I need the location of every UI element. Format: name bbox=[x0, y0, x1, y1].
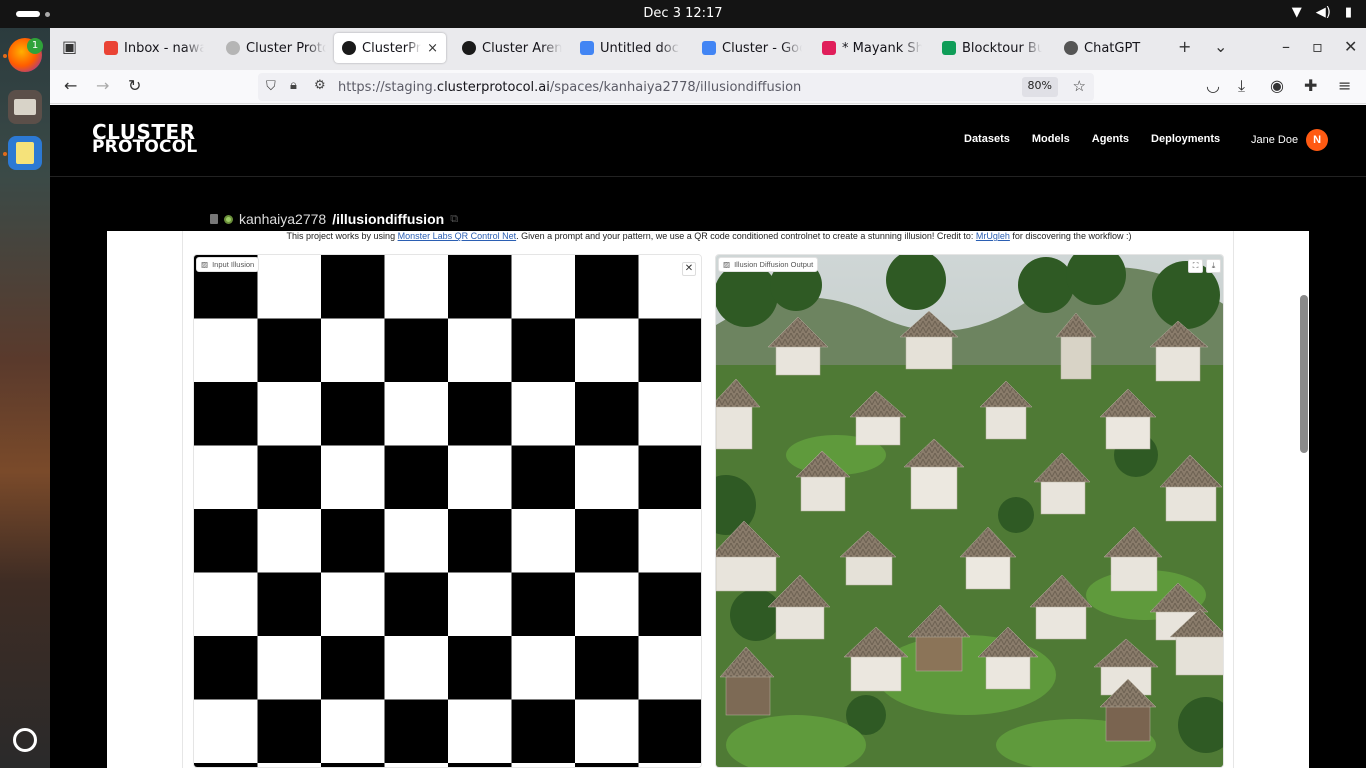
slack-icon bbox=[822, 41, 836, 55]
minimize-icon[interactable]: – bbox=[1282, 37, 1290, 56]
tab-chatgpt[interactable]: ChatGPT bbox=[1056, 33, 1172, 63]
google-docs-icon bbox=[580, 41, 594, 55]
menu-hamburger-icon[interactable]: ≡ bbox=[1338, 76, 1351, 95]
reload-icon[interactable]: ↻ bbox=[128, 76, 141, 95]
list-tabs-chevron-icon[interactable]: ⌄ bbox=[1214, 37, 1227, 56]
notification-badge: 1 bbox=[27, 38, 43, 54]
output-toolbar: ⛶ ⤓ bbox=[1188, 259, 1221, 273]
input-illusion-label: ▨ Input Illusion bbox=[196, 257, 260, 272]
text-editor-icon[interactable] bbox=[8, 136, 42, 170]
space-owner[interactable]: kanhaiya2778 bbox=[239, 211, 326, 227]
mrugleh-link[interactable]: MrUgleh bbox=[976, 231, 1010, 241]
clear-image-button[interactable]: ✕ bbox=[682, 262, 696, 276]
site-header: CLUSTER PROTOCOL Datasets Models Agents … bbox=[50, 105, 1366, 177]
nav-agents[interactable]: Agents bbox=[1092, 133, 1129, 145]
gradio-app: This project works by using Monster Labs… bbox=[182, 231, 1234, 768]
fullscreen-icon[interactable]: ⛶ bbox=[1188, 259, 1203, 273]
system-top-bar: Dec 3 12:17 ▼ ◀) ▮ bbox=[0, 0, 1366, 28]
tab-inbox[interactable]: Inbox - nawa bbox=[96, 33, 212, 63]
tracking-shield-icon[interactable]: ⛉ bbox=[266, 79, 276, 94]
new-tab-button[interactable]: + bbox=[1178, 37, 1191, 56]
cluster-favicon-icon bbox=[342, 41, 356, 55]
main-nav: Datasets Models Agents Deployments bbox=[964, 133, 1220, 145]
url-bar[interactable]: ⛉ 🔒︎ ⚙ https://staging.clusterprotocol.a… bbox=[258, 73, 1094, 101]
extensions-icon[interactable]: ✚ bbox=[1304, 76, 1317, 95]
wifi-icon: ▼ bbox=[1291, 5, 1302, 20]
running-indicator bbox=[3, 54, 7, 58]
maximize-icon[interactable]: ▫ bbox=[1312, 37, 1323, 56]
running-indicator bbox=[3, 152, 7, 156]
back-arrow-icon[interactable]: ← bbox=[64, 76, 77, 95]
space-icon bbox=[210, 214, 218, 224]
cluster-favicon-icon bbox=[462, 41, 476, 55]
google-docs-icon bbox=[702, 41, 716, 55]
tab-clusterprotocol-active[interactable]: ClusterPro × bbox=[334, 33, 446, 63]
web-page: CLUSTER PROTOCOL Datasets Models Agents … bbox=[50, 105, 1366, 768]
input-illusion-panel[interactable]: ▨ Input Illusion ✕ bbox=[193, 254, 702, 768]
pocket-icon[interactable]: ◡ bbox=[1206, 76, 1220, 95]
tab-bar: ▣ Inbox - nawa Cluster Proto ClusterPro … bbox=[50, 28, 1366, 70]
app-dock: 1 bbox=[0, 28, 50, 768]
volume-icon: ◀) bbox=[1315, 5, 1331, 20]
show-apps-icon[interactable] bbox=[13, 728, 37, 752]
download-icon[interactable]: ⤓ bbox=[1206, 259, 1221, 273]
tab-cluster-arena[interactable]: Cluster Aren bbox=[454, 33, 570, 63]
files-icon[interactable] bbox=[8, 90, 42, 124]
user-menu[interactable]: Jane Doe N bbox=[1251, 129, 1329, 151]
forward-arrow-icon[interactable]: → bbox=[96, 76, 109, 95]
chatgpt-icon bbox=[1064, 41, 1078, 55]
user-name: Jane Doe bbox=[1251, 134, 1299, 146]
tab-overview-icon[interactable]: ▣ bbox=[62, 37, 77, 56]
account-icon[interactable]: ◉ bbox=[1270, 76, 1284, 95]
tab-cluster-google[interactable]: Cluster - Goo bbox=[694, 33, 810, 63]
avatar[interactable]: N bbox=[1306, 129, 1329, 151]
copy-icon[interactable]: ⧉ bbox=[450, 213, 458, 226]
nav-datasets[interactable]: Datasets bbox=[964, 133, 1010, 145]
lock-icon[interactable]: 🔒︎ bbox=[290, 78, 297, 93]
village-output-image bbox=[716, 255, 1223, 767]
cluster-favicon-icon bbox=[226, 41, 240, 55]
project-description: This project works by using Monster Labs… bbox=[286, 231, 1132, 241]
status-dot-icon bbox=[224, 214, 233, 224]
tab-blocktour[interactable]: Blocktour Bu bbox=[934, 33, 1050, 63]
tab-untitled-doc[interactable]: Untitled doc bbox=[572, 33, 688, 63]
navigation-bar: ← → ↻ ⛉ 🔒︎ ⚙ https://staging.clusterprot… bbox=[50, 70, 1366, 104]
url-text[interactable]: https://staging.clusterprotocol.ai/space… bbox=[338, 80, 801, 95]
space-app-frame: This project works by using Monster Labs… bbox=[107, 231, 1309, 768]
system-tray[interactable]: ▼ ◀) ▮ bbox=[1292, 5, 1352, 20]
google-sheets-icon bbox=[942, 41, 956, 55]
image-icon: ▨ bbox=[723, 260, 731, 269]
cluster-protocol-logo[interactable]: CLUSTER PROTOCOL bbox=[92, 122, 197, 156]
nav-deployments[interactable]: Deployments bbox=[1151, 133, 1220, 145]
output-label: ▨ Illusion Diffusion Output bbox=[718, 257, 819, 272]
bookmark-star-icon[interactable]: ☆ bbox=[1073, 77, 1086, 95]
power-icon: ▮ bbox=[1344, 5, 1352, 20]
close-window-icon[interactable]: ✕ bbox=[1344, 37, 1357, 56]
system-clock[interactable]: Dec 3 12:17 bbox=[0, 6, 1366, 21]
gmail-icon bbox=[104, 41, 118, 55]
nav-models[interactable]: Models bbox=[1032, 133, 1070, 145]
output-panel[interactable]: ▨ Illusion Diffusion Output ⛶ ⤓ bbox=[715, 254, 1224, 768]
tab-mayank[interactable]: * Mayank Sh bbox=[814, 33, 930, 63]
image-icon: ▨ bbox=[201, 260, 209, 269]
browser-window: ▣ Inbox - nawa Cluster Proto ClusterPro … bbox=[50, 28, 1366, 768]
downloads-icon[interactable]: ⤓ bbox=[1238, 76, 1245, 96]
monster-labs-link[interactable]: Monster Labs QR Control Net bbox=[398, 231, 517, 241]
space-name: /illusiondiffusion bbox=[332, 211, 445, 227]
permissions-icon[interactable]: ⚙ bbox=[314, 78, 326, 93]
breadcrumb: kanhaiya2778 /illusiondiffusion ⧉ bbox=[210, 211, 458, 227]
close-tab-icon[interactable]: × bbox=[427, 41, 438, 56]
page-scrollbar[interactable] bbox=[1300, 295, 1308, 453]
checkerboard-input-image bbox=[194, 255, 701, 767]
zoom-level[interactable]: 80% bbox=[1021, 77, 1058, 97]
tab-cluster-protocol[interactable]: Cluster Proto bbox=[218, 33, 334, 63]
